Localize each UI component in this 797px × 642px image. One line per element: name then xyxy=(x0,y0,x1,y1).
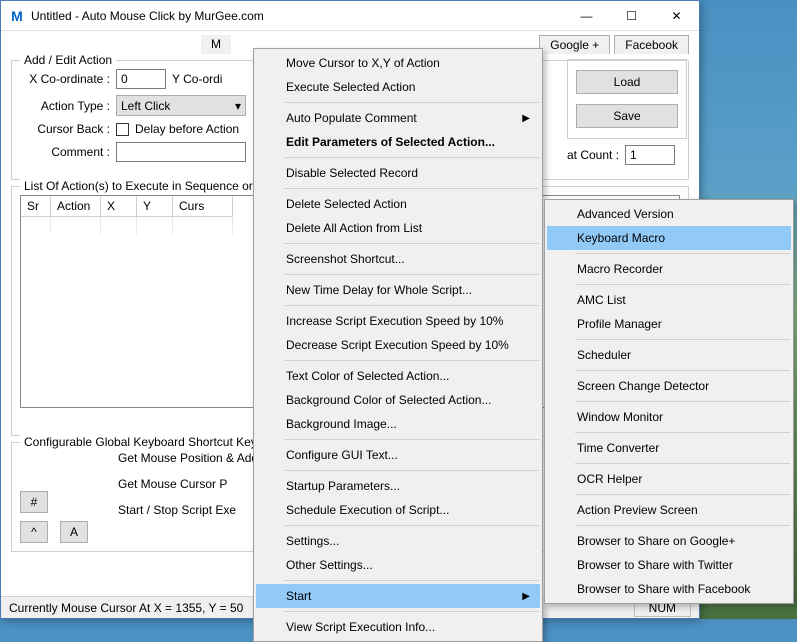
menu-item[interactable]: Background Image... xyxy=(256,412,540,436)
maximize-button[interactable]: ☐ xyxy=(609,1,654,30)
action-type-label: Action Type : xyxy=(20,99,110,113)
menu-item[interactable]: Configure GUI Text... xyxy=(256,443,540,467)
menu-separator xyxy=(284,274,539,275)
menu-item[interactable]: AMC List xyxy=(547,288,791,312)
menu-separator xyxy=(284,525,539,526)
menu-item[interactable]: Screenshot Shortcut... xyxy=(256,247,540,271)
menu-item[interactable]: Decrease Script Execution Speed by 10% xyxy=(256,333,540,357)
menu-item[interactable]: Browser to Share on Google+ xyxy=(547,529,791,553)
menu-item[interactable]: New Time Delay for Whole Script... xyxy=(256,278,540,302)
menu-item[interactable]: Schedule Execution of Script... xyxy=(256,498,540,522)
save-button[interactable]: Save xyxy=(576,104,678,128)
menu-item[interactable]: Delete Selected Action xyxy=(256,192,540,216)
menu-item[interactable]: Action Preview Screen xyxy=(547,498,791,522)
menu-separator xyxy=(284,360,539,361)
menu-item[interactable]: Increase Script Execution Speed by 10% xyxy=(256,309,540,333)
menu-separator xyxy=(284,188,539,189)
menu-item[interactable]: Keyboard Macro xyxy=(547,226,791,250)
col-action[interactable]: Action xyxy=(51,196,101,217)
menu-item[interactable]: OCR Helper xyxy=(547,467,791,491)
menu-separator xyxy=(284,580,539,581)
list-title: List Of Action(s) to Execute in Sequence… xyxy=(20,179,257,193)
menu-separator xyxy=(575,525,790,526)
menu-item[interactable]: Browser to Share with Facebook xyxy=(547,577,791,601)
menu-item[interactable]: Screen Change Detector xyxy=(547,374,791,398)
comment-input[interactable] xyxy=(116,142,246,162)
submenu-arrow-icon: ▶ xyxy=(522,113,530,124)
menu-item[interactable]: Window Monitor xyxy=(547,405,791,429)
cursor-back-label: Cursor Back : xyxy=(20,122,110,136)
menu-item[interactable]: Start▶ xyxy=(256,584,540,608)
menu-separator xyxy=(284,611,539,612)
menu-separator xyxy=(284,439,539,440)
menu-separator xyxy=(284,305,539,306)
menu-separator xyxy=(284,157,539,158)
menu-item[interactable]: Auto Populate Comment▶ xyxy=(256,106,540,130)
menu-separator xyxy=(284,470,539,471)
menu-item[interactable]: Time Converter xyxy=(547,436,791,460)
delay-label: Delay before Action xyxy=(135,122,239,136)
menu-separator xyxy=(575,339,790,340)
menu-item[interactable]: Disable Selected Record xyxy=(256,161,540,185)
menu-separator xyxy=(575,253,790,254)
menu-item[interactable]: Text Color of Selected Action... xyxy=(256,364,540,388)
col-y[interactable]: Y xyxy=(137,196,173,217)
menu-item[interactable]: Other Settings... xyxy=(256,553,540,577)
titlebar[interactable]: M Untitled - Auto Mouse Click by MurGee.… xyxy=(1,1,699,31)
context-menu-start: Advanced VersionKeyboard Macro Macro Reco… xyxy=(544,199,794,604)
menu-separator xyxy=(575,284,790,285)
menu-item[interactable]: Settings... xyxy=(256,529,540,553)
menu-separator xyxy=(575,463,790,464)
menu-item[interactable]: Macro Recorder xyxy=(547,257,791,281)
col-sr[interactable]: Sr xyxy=(21,196,51,217)
tab-facebook[interactable]: Facebook xyxy=(614,35,689,54)
menu-item[interactable]: Background Color of Selected Action... xyxy=(256,388,540,412)
cfg-title: Configurable Global Keyboard Shortcut Ke… xyxy=(20,435,261,449)
cursor-back-checkbox[interactable] xyxy=(116,123,129,136)
tab-google[interactable]: Google + xyxy=(539,35,610,54)
menu-item[interactable]: Scheduler xyxy=(547,343,791,367)
x-coord-label: X Co-ordinate : xyxy=(20,72,110,86)
menu-separator xyxy=(284,102,539,103)
hash-button[interactable]: # xyxy=(20,491,48,513)
status-text: Currently Mouse Cursor At X = 1355, Y = … xyxy=(9,601,243,615)
menu-item[interactable]: Profile Manager xyxy=(547,312,791,336)
load-button[interactable]: Load xyxy=(576,70,678,94)
submenu-arrow-icon: ▶ xyxy=(522,591,530,602)
menu-item[interactable]: Delete All Action from List xyxy=(256,216,540,240)
col-cursor[interactable]: Curs xyxy=(173,196,233,217)
app-icon: M xyxy=(9,8,25,24)
menu-item[interactable]: Edit Parameters of Selected Action... xyxy=(256,130,540,154)
minimize-button[interactable]: — xyxy=(564,1,609,30)
comment-label: Comment : xyxy=(20,145,110,159)
group-title: Add / Edit Action xyxy=(20,53,116,67)
menu-separator xyxy=(575,370,790,371)
x-coord-input[interactable] xyxy=(116,69,166,89)
menu-separator xyxy=(575,401,790,402)
menu-item[interactable]: Browser to Share with Twitter xyxy=(547,553,791,577)
menu-item[interactable]: Execute Selected Action xyxy=(256,75,540,99)
caret-button[interactable]: ^ xyxy=(20,521,48,543)
col-x[interactable]: X xyxy=(101,196,137,217)
action-type-combo[interactable]: Left Click▾ xyxy=(116,95,246,116)
menu-item[interactable]: Advanced Version xyxy=(547,202,791,226)
menu-item[interactable]: Startup Parameters... xyxy=(256,474,540,498)
right-column: Load Save at Count : xyxy=(567,59,687,171)
context-menu-main: Move Cursor to X,Y of ActionExecute Sele… xyxy=(253,48,543,642)
menu-item[interactable]: Move Cursor to X,Y of Action xyxy=(256,51,540,75)
a-button[interactable]: A xyxy=(60,521,88,543)
menu-separator xyxy=(284,243,539,244)
chevron-down-icon: ▾ xyxy=(235,99,241,113)
y-coord-label: Y Co-ordi xyxy=(172,72,222,86)
repeat-input[interactable] xyxy=(625,145,675,165)
close-button[interactable]: ✕ xyxy=(654,1,699,30)
window-title: Untitled - Auto Mouse Click by MurGee.co… xyxy=(31,9,564,23)
menu-separator xyxy=(575,432,790,433)
menu-separator xyxy=(575,494,790,495)
tab-m[interactable]: M xyxy=(201,35,231,54)
repeat-label: at Count : xyxy=(567,148,619,162)
